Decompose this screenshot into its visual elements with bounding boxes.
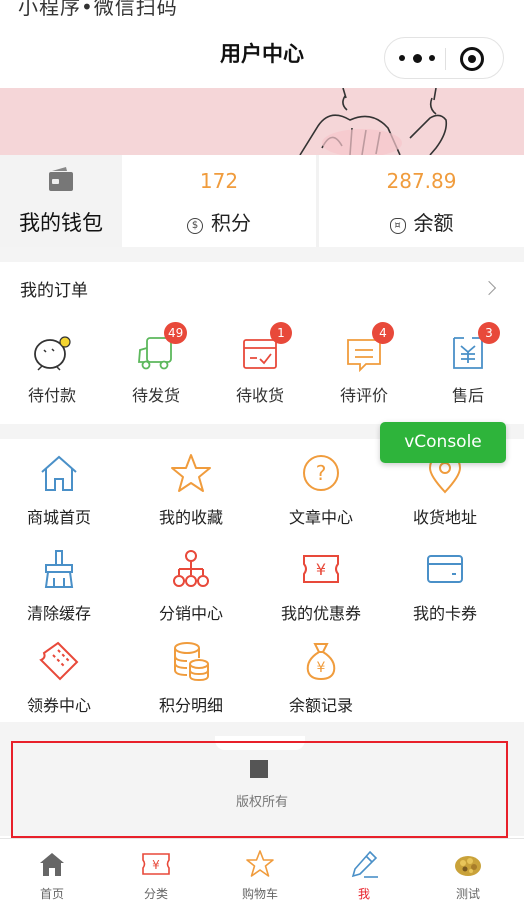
grid-item-distribution[interactable]: 分销中心 (136, 548, 246, 638)
grid-label: 领券中心 (26, 696, 91, 715)
svg-text:?: ? (316, 461, 327, 485)
tab-bar: 首页 ¥ 分类 购物车 我 测试 (0, 838, 524, 906)
balance-label: 余额 (413, 211, 454, 235)
coins-icon (174, 642, 209, 682)
svg-text:¥: ¥ (317, 660, 326, 676)
more-menu-icon[interactable] (399, 50, 435, 66)
order-item-to-receive[interactable]: 1 待收货 (208, 322, 312, 409)
grid-label: 余额记录 (288, 696, 353, 715)
grid-item-my-cards[interactable]: 我的卡券 (390, 548, 500, 638)
tab-label: 购物车 (241, 887, 278, 901)
tab-category[interactable]: ¥ 分类 (104, 839, 208, 906)
grid-item-address[interactable]: 收货地址 (390, 452, 500, 542)
pending-payment-icon (34, 336, 71, 371)
money-bag-small-icon: ¤ (389, 218, 406, 234)
my-orders-title: 我的订单 (20, 281, 88, 301)
my-orders-header[interactable]: 我的订单 (0, 262, 524, 312)
tab-test[interactable]: 测试 (416, 839, 520, 906)
wallet-label: 我的钱包 (19, 211, 103, 235)
top-cut-text: 小程序•微信扫码 (18, 0, 178, 16)
order-item-to-ship[interactable]: 49 待发货 (104, 322, 208, 409)
tab-label: 测试 (455, 887, 480, 901)
order-item-to-review[interactable]: 4 待评价 (312, 322, 416, 409)
home-icon (41, 455, 77, 491)
chevron-right-icon (481, 280, 497, 296)
grid-item-coupon-center[interactable]: 领券中心 (4, 640, 114, 730)
order-badge: 4 (372, 322, 394, 344)
grid-label: 我的卡券 (412, 604, 477, 623)
grid-item-clear-cache[interactable]: 清除缓存 (4, 548, 114, 638)
order-badge: 3 (478, 322, 500, 344)
tab-label: 首页 (39, 887, 64, 901)
order-label: 待收货 (235, 386, 284, 405)
grid-item-balance-record[interactable]: ¥ 余额记录 (266, 640, 376, 730)
capsule-divider (445, 48, 446, 70)
vconsole-button[interactable]: vConsole (380, 422, 506, 463)
question-icon: ? (303, 455, 339, 491)
points-label: 积分 (211, 211, 251, 235)
points-value: 172 (199, 169, 239, 193)
category-icon: ¥ (142, 853, 170, 875)
mini-program-capsule (384, 37, 504, 79)
ticket-icon (39, 641, 79, 681)
tab-cart[interactable]: 购物车 (208, 839, 312, 906)
grid-label: 收货地址 (412, 508, 477, 527)
footer-highlight-box (11, 741, 508, 838)
close-target-icon[interactable] (460, 47, 484, 71)
pen-icon (351, 850, 378, 878)
order-badge: 1 (270, 322, 292, 344)
order-label: 待评价 (339, 386, 388, 405)
order-badge: 49 (164, 322, 188, 344)
tab-label: 分类 (143, 887, 168, 901)
star-icon (171, 454, 211, 492)
balance-stat[interactable]: 287.89 ¤ 余额 (319, 155, 524, 247)
food-image-icon (455, 856, 481, 876)
grid-label: 文章中心 (288, 508, 353, 527)
home-filled-icon (40, 853, 64, 876)
grid-label: 我的收藏 (158, 508, 223, 527)
points-stat[interactable]: 172 $ 积分 (122, 155, 316, 247)
section-gap (0, 247, 524, 262)
order-item-pending-payment[interactable]: 待付款 (0, 324, 104, 409)
profile-banner (0, 88, 524, 155)
coupon-icon: ¥ (303, 555, 339, 583)
order-label: 待付款 (27, 386, 76, 405)
tab-label: 我 (357, 887, 370, 901)
order-item-after-sale[interactable]: 3 售后 (416, 322, 520, 409)
grid-item-favorites[interactable]: 我的收藏 (136, 452, 246, 542)
balance-value: 287.89 (386, 169, 457, 193)
order-label: 售后 (451, 386, 484, 405)
points-coin-icon: $ (187, 218, 203, 234)
tab-me[interactable]: 我 (312, 839, 416, 906)
grid-label: 清除缓存 (26, 604, 91, 623)
hierarchy-icon (173, 550, 209, 587)
money-bag-icon: ¥ (306, 643, 336, 681)
grid-item-articles[interactable]: ? 文章中心 (266, 452, 376, 542)
my-wallet-button[interactable]: 我的钱包 (0, 155, 122, 247)
grid-label: 积分明细 (158, 696, 223, 715)
grid-item-my-coupons[interactable]: ¥ 我的优惠券 (266, 548, 376, 638)
order-label: 待发货 (131, 386, 180, 405)
grid-label: 分销中心 (158, 604, 223, 623)
section-gap (0, 722, 524, 736)
svg-text:¥: ¥ (316, 560, 326, 579)
copyright-logo-icon (250, 760, 268, 778)
wallet-icon (49, 167, 73, 191)
card-icon (427, 555, 463, 583)
broom-icon (44, 550, 74, 588)
grid-label: 商城首页 (26, 508, 91, 527)
wallet-row: 我的钱包 172 $ 积分 287.89 ¤ 余额 (0, 155, 524, 247)
grid-item-points-detail[interactable]: 积分明细 (136, 640, 246, 730)
grid-item-mall-home[interactable]: 商城首页 (4, 452, 114, 542)
cart-star-icon (246, 850, 274, 877)
tab-home[interactable]: 首页 (0, 839, 104, 906)
grid-label: 我的优惠券 (280, 604, 361, 623)
svg-text:¥: ¥ (152, 858, 160, 872)
copyright-text: 版权所有 (235, 795, 288, 810)
navbar: 用户中心 (0, 18, 524, 88)
